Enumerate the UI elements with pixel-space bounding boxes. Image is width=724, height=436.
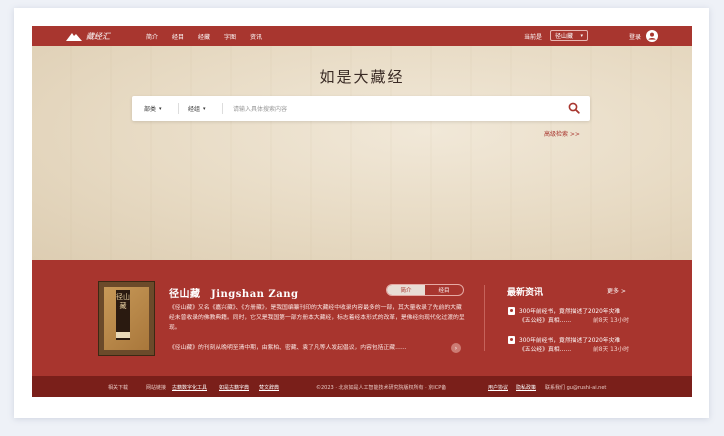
nav-link-intro[interactable]: 简介 — [146, 32, 158, 41]
news-item-subtitle: 《五公经》真相…… — [519, 347, 572, 353]
category-dropdown[interactable]: 部类 ▾ — [144, 104, 162, 114]
caret-down-icon: ▾ — [203, 105, 206, 112]
tab-catalog[interactable]: 经目 — [425, 285, 463, 295]
news-item[interactable]: 300年前经书，竟然描述了2020年灾难 《五公经》真相…… 前8天 13小时 — [508, 306, 630, 326]
collection-cover-image[interactable]: 径山藏 — [98, 281, 155, 356]
footer-copyright: ©2023 · 北京如是人工智能技术研究院版权所有 · 京ICP备 — [316, 385, 447, 391]
collection-info-band: 径山藏 径山藏 Jingshan Zang 简介 经目 《径山藏》又名《嘉兴藏》… — [32, 260, 692, 376]
category-dropdown-label: 部类 — [144, 106, 157, 113]
app-window: 藏经汇 简介 经目 经藏 字图 资讯 当前是 径山藏 ▾ 登录 如是大藏经 部类… — [32, 26, 692, 397]
nav-link-glyphs[interactable]: 字图 — [224, 32, 236, 41]
hero-title: 如是大藏经 — [319, 68, 405, 86]
nav-link-news[interactable]: 资讯 — [250, 32, 262, 41]
footer: 相关下载 网站链接 古籍数字化工具 如是古籍字典 梵文辞典 ©2023 · 北京… — [32, 376, 692, 397]
collection-select[interactable]: 径山藏 ▾ — [550, 30, 588, 41]
search-icon[interactable] — [568, 102, 580, 114]
advanced-search-link[interactable]: 高级检索 >> — [544, 129, 580, 138]
cover-stamp — [116, 332, 130, 338]
news-item-subtitle: 《五公经》真相…… — [519, 318, 572, 324]
collection-tabs: 简介 经目 — [386, 284, 464, 296]
hero-section: 如是大藏经 部类 ▾ 经组 ▾ 请输入具体搜索内容 高级检索 >> — [32, 46, 692, 260]
caret-down-icon: ▾ — [159, 105, 162, 112]
nav-link-catalog[interactable]: 经目 — [172, 32, 184, 41]
footer-privacy-link[interactable]: 隐私政策 — [516, 384, 536, 391]
group-dropdown[interactable]: 经组 ▾ — [188, 104, 206, 114]
footer-user-agreement-link[interactable]: 用户协议 — [488, 384, 508, 391]
news-item-title: 300年前经书，竟然描述了2020年灾难 — [519, 309, 621, 315]
collection-description-continued: 《径山藏》的刊刻从晚明至清中期，由紫柏、密藏、袁了凡等人发起倡议，内容包括正藏…… — [169, 345, 407, 351]
read-more-arrow-icon[interactable]: › — [451, 343, 461, 353]
news-item-title: 300年前经书，竟然描述了2020年灾难 — [519, 338, 621, 344]
news-more-link[interactable]: 更多 > — [607, 286, 626, 295]
footer-link-sanskrit-dictionary[interactable]: 梵文辞典 — [259, 384, 279, 391]
logo[interactable]: 藏经汇 — [66, 29, 110, 43]
collection-name: 径山藏 Jingshan Zang — [169, 289, 299, 300]
news-item[interactable]: 300年前经书，竟然描述了2020年灾难 《五公经》真相…… 前8天 13小时 — [508, 335, 630, 355]
current-collection-label: 当前是 — [524, 34, 543, 41]
footer-contact: 联系我们 gu@rushi-ai.net — [545, 385, 607, 391]
search-divider — [178, 103, 179, 114]
caret-down-icon: ▾ — [580, 32, 583, 39]
tab-intro[interactable]: 简介 — [387, 285, 425, 295]
footer-download-link[interactable]: 相关下载 — [108, 384, 128, 391]
group-dropdown-label: 经组 — [188, 106, 201, 113]
search-bar: 部类 ▾ 经组 ▾ 请输入具体搜索内容 — [132, 96, 590, 121]
user-avatar-icon[interactable] — [646, 30, 658, 42]
footer-link-digitization-tool[interactable]: 古籍数字化工具 — [172, 384, 207, 391]
news-item-time: 前8天 13小时 — [593, 318, 630, 324]
section-divider — [484, 285, 485, 351]
collection-description: 《径山藏》又名《嘉兴藏》、《方册藏》，是我国编纂刊印的大藏经中收录内容最多的一部… — [169, 305, 465, 331]
nav-link-sutras[interactable]: 经藏 — [198, 32, 210, 41]
footer-links-label: 网站链接 — [146, 385, 167, 391]
news-doc-icon — [508, 336, 515, 344]
logo-text: 藏经汇 — [86, 31, 110, 41]
top-nav: 藏经汇 简介 经目 经藏 字图 资讯 当前是 径山藏 ▾ 登录 — [32, 26, 692, 46]
search-divider — [222, 103, 223, 114]
news-item-time: 前8天 13小时 — [593, 347, 630, 353]
mountain-logo-icon — [66, 33, 82, 41]
search-input[interactable]: 请输入具体搜索内容 — [233, 104, 287, 113]
news-title: 最新资讯 — [507, 288, 544, 298]
collection-select-value: 径山藏 — [555, 33, 574, 40]
footer-link-dictionary[interactable]: 如是古籍字典 — [219, 384, 249, 391]
news-doc-icon — [508, 307, 515, 315]
login-link[interactable]: 登录 — [629, 32, 641, 41]
